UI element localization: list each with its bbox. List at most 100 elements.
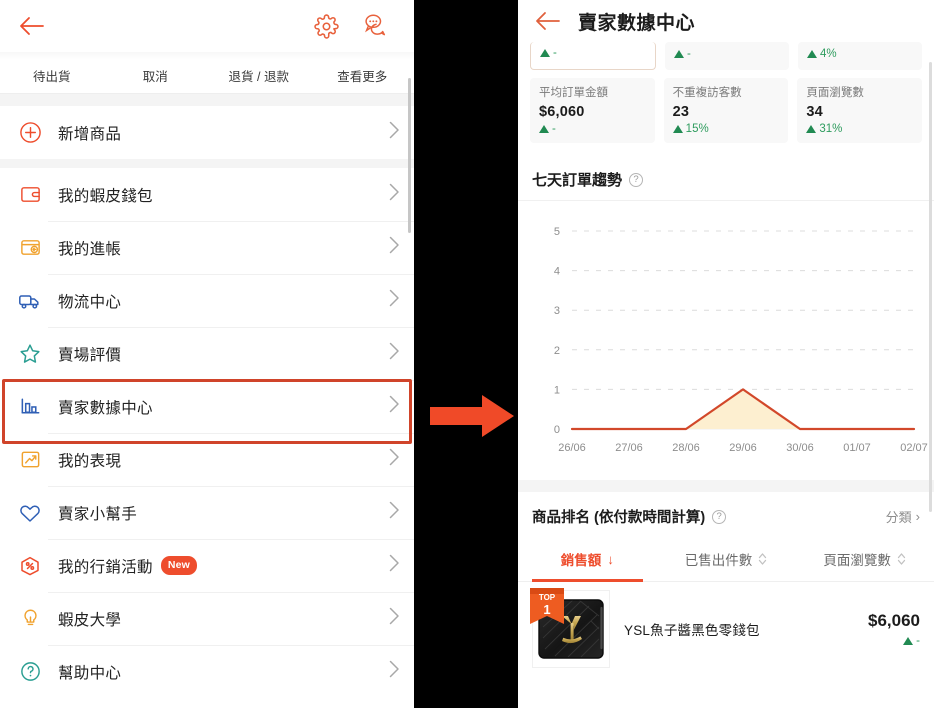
plus-circle-icon bbox=[16, 121, 44, 144]
lightbulb-icon bbox=[16, 607, 44, 630]
sidebar-item-label: 我的進帳 bbox=[58, 240, 122, 258]
order-tab-1[interactable]: 取消 bbox=[104, 66, 208, 93]
wallet-icon bbox=[16, 183, 44, 206]
discount-tag-icon bbox=[16, 554, 44, 578]
chevron-right-icon bbox=[389, 660, 400, 683]
right-panel-scrollbar[interactable] bbox=[929, 62, 932, 512]
seven-day-order-trend-chart: 0 1 2 3 4 5 26/06 27/06 28/06 29/06 30/06 01/07 02/0… bbox=[518, 201, 934, 481]
chevron-right-icon bbox=[389, 607, 400, 630]
sidebar-item-shop-rating[interactable]: 賣場評價 bbox=[0, 327, 414, 380]
order-status-tabs: 待出貨 取消 退貨 / 退款 查看更多 bbox=[0, 52, 414, 94]
product-name: YSL魚子醬黑色零錢包 bbox=[624, 623, 760, 639]
kpi-delta: - bbox=[540, 47, 557, 59]
product-price: $6,060 bbox=[868, 611, 920, 631]
kpi-card-partial-0[interactable]: - bbox=[530, 42, 656, 70]
product-rank-row[interactable]: TOP 1 YSL魚子醬黑色零錢包 $6,060 - bbox=[518, 582, 934, 669]
kpi-card-partial-2[interactable]: 4% bbox=[798, 42, 922, 70]
sidebar-item-label: 我的表現 bbox=[58, 452, 122, 470]
sidebar-item-marketing-campaign[interactable]: 我的行銷活動 New bbox=[0, 539, 414, 592]
right-arrow-pointer bbox=[424, 390, 520, 442]
sort-tab-units-sold[interactable]: 已售出件數 bbox=[657, 539, 796, 581]
sidebar-item-income[interactable]: 我的進帳 bbox=[0, 221, 414, 274]
triangle-up-icon bbox=[807, 49, 817, 58]
order-tab-0[interactable]: 待出貨 bbox=[0, 66, 104, 93]
bar-chart-icon bbox=[16, 395, 44, 418]
kpi-card-avg-order-value[interactable]: 平均訂單金額 $6,060 - bbox=[530, 78, 655, 144]
category-filter-button[interactable]: 分類 › bbox=[886, 507, 920, 526]
svg-text:1: 1 bbox=[543, 602, 550, 617]
chevron-right-icon bbox=[389, 183, 400, 206]
back-arrow-icon[interactable] bbox=[532, 6, 562, 36]
svg-text:30/06: 30/06 bbox=[786, 442, 814, 454]
kpi-card-partial-1[interactable]: - bbox=[665, 42, 789, 70]
product-delta: - bbox=[868, 635, 920, 647]
kpi-title: 平均訂單金額 bbox=[539, 87, 608, 99]
sidebar-item-help-center[interactable]: 幫助中心 bbox=[0, 645, 414, 698]
sort-updown-icon bbox=[897, 552, 906, 566]
kpi-chart-divider bbox=[518, 143, 934, 158]
sidebar-item-label: 我的行銷活動 New bbox=[58, 555, 198, 577]
chevron-right-icon bbox=[389, 289, 400, 312]
svg-text:3: 3 bbox=[554, 305, 560, 317]
svg-text:4: 4 bbox=[554, 266, 560, 278]
screenshot-stage: 待出貨 取消 退貨 / 退款 查看更多 新增商品 我的蝦皮錢包 我的進帳 物流中… bbox=[0, 0, 934, 708]
chevron-right-icon bbox=[389, 501, 400, 524]
product-delta-value: - bbox=[916, 635, 920, 648]
triangle-up-icon bbox=[672, 125, 683, 134]
svg-text:1: 1 bbox=[554, 385, 560, 397]
sort-tab-label: 銷售額 bbox=[560, 553, 602, 569]
rank-section-title: 商品排名 (依付款時間計算) bbox=[532, 510, 706, 527]
back-arrow-icon[interactable] bbox=[16, 11, 46, 41]
kpi-delta: 15% bbox=[672, 123, 780, 135]
product-sort-tabs: 銷售額 ↓ 已售出件數 頁面瀏覽數 bbox=[518, 539, 934, 583]
trend-up-icon bbox=[16, 448, 44, 471]
trend-section-title: 七天訂單趨勢 bbox=[532, 172, 623, 190]
category-label: 分類 bbox=[885, 510, 912, 526]
left-panel-scrollbar[interactable] bbox=[408, 78, 411, 233]
sidebar-item-my-performance[interactable]: 我的表現 bbox=[0, 433, 414, 486]
heart-icon bbox=[16, 501, 44, 525]
chart-rank-divider bbox=[518, 480, 934, 493]
sidebar-item-seller-assistant[interactable]: 賣家小幫手 bbox=[0, 486, 414, 539]
kpi-delta: 4% bbox=[807, 48, 837, 60]
kpi-value: 34 bbox=[806, 104, 823, 121]
svg-text:02/07: 02/07 bbox=[900, 442, 928, 454]
trend-chart-svg: 0 1 2 3 4 5 26/06 27/06 28/06 29/06 30/06 01/07 02/0… bbox=[554, 226, 928, 454]
svg-text:27/06: 27/06 bbox=[615, 442, 643, 454]
triangle-up-icon bbox=[806, 125, 817, 134]
chevron-right-icon bbox=[389, 342, 400, 365]
kpi-card-unique-visitors[interactable]: 不重複訪客數 23 15% bbox=[663, 78, 789, 144]
triangle-up-icon bbox=[540, 49, 550, 57]
trend-section-header: 七天訂單趨勢 ? bbox=[518, 157, 934, 202]
svg-text:26/06: 26/06 bbox=[558, 442, 586, 454]
chevron-right-icon bbox=[389, 395, 400, 418]
chevron-right-icon bbox=[389, 121, 400, 144]
question-circle-icon[interactable]: ? bbox=[629, 172, 644, 187]
sidebar-item-wallet[interactable]: 我的蝦皮錢包 bbox=[0, 168, 414, 221]
kpi-row-main: 平均訂單金額 $6,060 - 不重複訪客數 23 15% 頁面瀏覽數 34 3… bbox=[530, 78, 923, 144]
page-title: 賣家數據中心 bbox=[578, 12, 696, 34]
sort-arrow-down-icon: ↓ bbox=[607, 551, 614, 567]
gear-icon[interactable] bbox=[312, 12, 340, 40]
right-phone-panel: 賣家數據中心 - - 4% 平均訂單金額 $6,060 - 不重複訪客數 23 … bbox=[518, 0, 934, 708]
sort-tab-sales-amount[interactable]: 銷售額 ↓ bbox=[518, 539, 657, 583]
chevron-right-icon bbox=[389, 236, 400, 259]
order-tab-3[interactable]: 查看更多 bbox=[311, 66, 415, 93]
sort-tab-page-views[interactable]: 頁面瀏覽數 bbox=[795, 539, 934, 581]
income-icon bbox=[16, 236, 44, 259]
chat-bubbles-icon[interactable] bbox=[360, 12, 388, 40]
kpi-delta: 31% bbox=[806, 123, 913, 135]
sort-tab-label: 頁面瀏覽數 bbox=[823, 553, 891, 569]
sidebar-item-seller-data-center[interactable]: 賣家數據中心 bbox=[0, 380, 414, 433]
header-actions bbox=[312, 12, 398, 40]
product-thumbnail[interactable]: TOP 1 bbox=[530, 588, 610, 669]
kpi-card-page-views[interactable]: 頁面瀏覽數 34 31% bbox=[797, 78, 923, 144]
sidebar-item-logistics[interactable]: 物流中心 bbox=[0, 274, 414, 327]
kpi-delta-value: - bbox=[687, 47, 691, 60]
sidebar-item-add-product[interactable]: 新增商品 bbox=[0, 106, 414, 159]
kpi-title: 不重複訪客數 bbox=[672, 87, 742, 99]
order-tab-2[interactable]: 退貨 / 退款 bbox=[207, 66, 311, 93]
question-circle-icon[interactable]: ? bbox=[712, 509, 727, 524]
sidebar-item-shopee-university[interactable]: 蝦皮大學 bbox=[0, 592, 414, 645]
kpi-value: 23 bbox=[672, 104, 690, 121]
